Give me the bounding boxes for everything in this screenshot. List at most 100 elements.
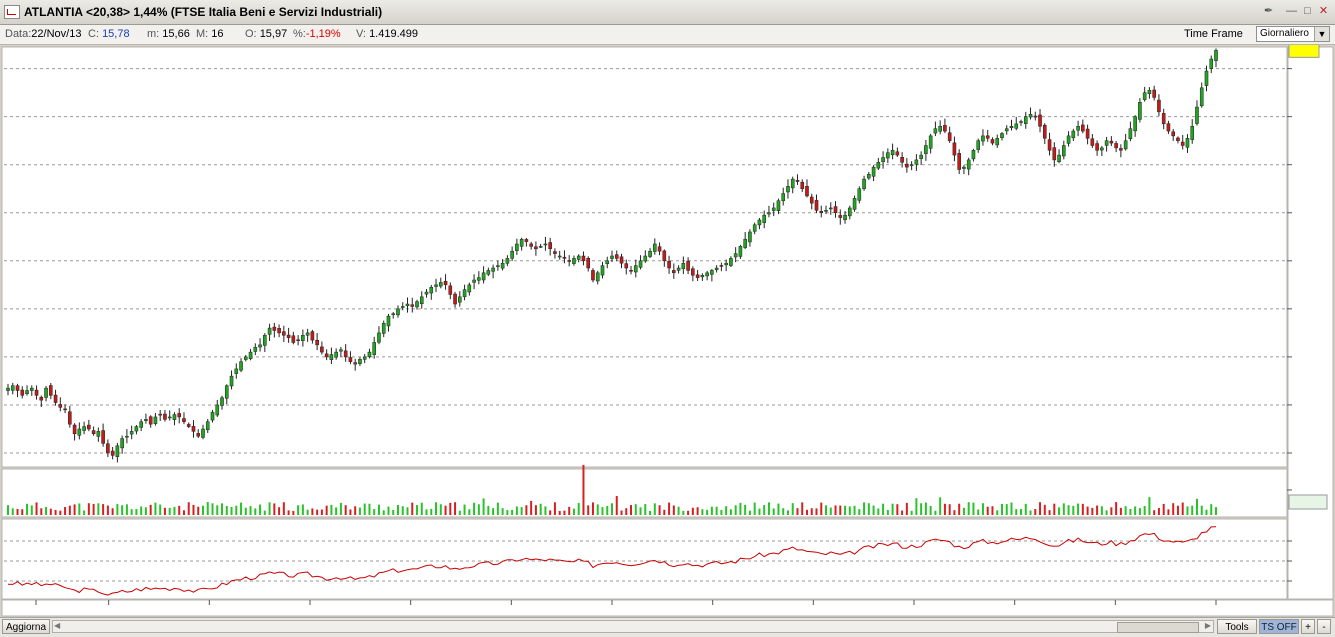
volume-bar [687, 510, 690, 515]
chart-app-icon [4, 5, 20, 19]
candle [1209, 58, 1214, 69]
candle [828, 207, 833, 210]
volume-bar [197, 506, 200, 515]
zoom-out-button[interactable]: - [1317, 619, 1331, 634]
candle [110, 450, 115, 456]
volume-bar [121, 505, 124, 515]
candle [729, 258, 733, 266]
candle [962, 166, 966, 169]
candle [68, 411, 72, 425]
volume-bar [696, 507, 699, 515]
aggiorna-button[interactable]: Aggiorna [2, 619, 50, 634]
candle [719, 265, 724, 267]
candle [1100, 147, 1104, 151]
candle [1195, 106, 1199, 124]
chevron-down-icon[interactable]: ▼ [1314, 27, 1329, 41]
scroll-left-icon[interactable]: ◀ [54, 621, 60, 630]
ts-off-button[interactable]: TS OFF [1259, 619, 1299, 634]
volume-bar [858, 509, 861, 515]
candle [1123, 140, 1128, 150]
candle [410, 304, 415, 307]
maximize-button[interactable]: □ [1300, 4, 1315, 19]
candle [129, 431, 134, 435]
candle [1071, 130, 1076, 139]
scroll-thumb[interactable] [1117, 622, 1199, 633]
candle [424, 291, 429, 295]
candle [205, 421, 210, 431]
candle [320, 346, 324, 353]
volume-bar [563, 510, 566, 515]
volume-bar [339, 502, 342, 515]
candle [567, 260, 571, 262]
candle [605, 260, 610, 265]
candle [324, 353, 329, 358]
timeframe-select[interactable]: Giornaliero ▼ [1256, 26, 1330, 42]
volume-bar [201, 505, 204, 515]
candle [1161, 113, 1166, 125]
candle [1147, 89, 1152, 94]
volume-bar [1010, 502, 1013, 515]
volume-bar [872, 505, 875, 515]
candle [752, 224, 757, 232]
candle [1119, 148, 1123, 151]
volume-bar [26, 503, 29, 515]
tools-button[interactable]: Tools [1217, 619, 1257, 634]
volume-bar [1105, 510, 1108, 515]
volume-bar [458, 510, 461, 515]
candle [510, 250, 514, 259]
volume-bar [282, 502, 285, 515]
window-titlebar[interactable]: ATLANTIA <20,38> 1,44% (FTSE Italia Beni… [0, 0, 1335, 25]
candle [243, 356, 248, 360]
candle [182, 418, 186, 423]
volume-bar [1172, 503, 1175, 515]
volume-bar [330, 504, 333, 515]
volume-bar [54, 509, 57, 515]
volume-bar [1020, 509, 1023, 515]
minimize-button[interactable]: — [1284, 4, 1299, 19]
candle [1199, 87, 1204, 107]
candle [220, 397, 224, 406]
candle [695, 274, 700, 278]
chart-canvas[interactable] [0, 45, 1335, 617]
candle [229, 375, 234, 387]
candle [862, 178, 866, 190]
volume-bar [520, 507, 523, 515]
candle [82, 426, 86, 431]
volume-bar [235, 505, 238, 515]
volume-bar [644, 504, 647, 515]
candle [177, 413, 182, 418]
volume-bar [130, 509, 133, 515]
volume-bar [758, 508, 761, 515]
candle [981, 135, 985, 142]
candle [738, 246, 743, 257]
candle [700, 274, 705, 278]
candle [134, 426, 139, 432]
volume-bar [511, 509, 514, 515]
candle [315, 340, 319, 346]
volume-bar [786, 510, 789, 515]
volume-bar [863, 502, 866, 515]
candle [1142, 92, 1147, 100]
candle [400, 306, 405, 308]
volume-bar [867, 503, 870, 515]
candle [20, 389, 25, 396]
volume-bar [810, 508, 813, 515]
volume-bar [1005, 504, 1008, 515]
volume-bar [839, 505, 842, 515]
volume-bar [102, 504, 105, 515]
candle [762, 214, 766, 223]
volume-bar [382, 510, 385, 515]
volume-bar [1110, 507, 1113, 515]
close-button[interactable]: ✕ [1316, 4, 1331, 19]
volume-bar [254, 508, 257, 515]
pin-icon[interactable]: ✒ [1261, 4, 1276, 19]
scroll-right-icon[interactable]: ▶ [1205, 621, 1211, 630]
horizontal-scrollbar[interactable]: ◀ ▶ [52, 620, 1214, 633]
volume-bar [435, 502, 438, 515]
zoom-in-button[interactable]: + [1301, 619, 1315, 634]
candle [895, 151, 900, 156]
volume-bar [477, 504, 480, 515]
candle [186, 424, 191, 427]
candle [486, 270, 491, 275]
candle [120, 438, 124, 449]
